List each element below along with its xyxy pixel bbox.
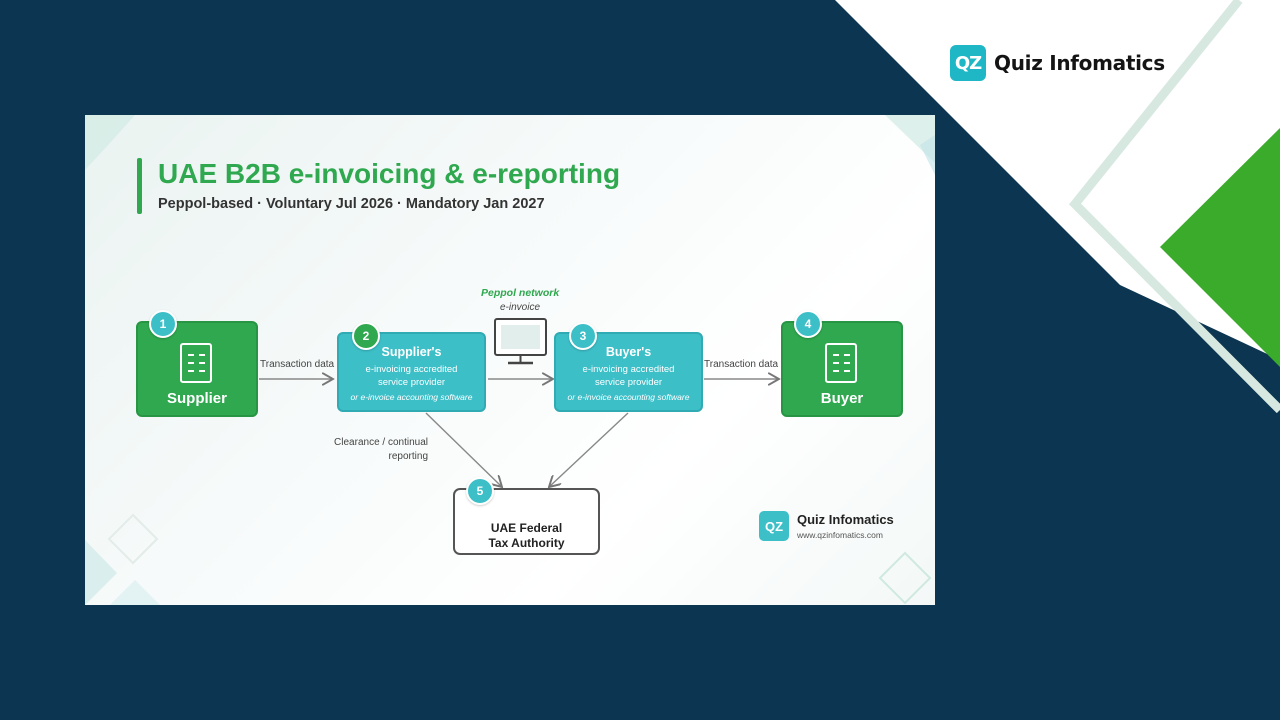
clearance-label-line2: reporting	[388, 451, 428, 462]
step-badge-5: 5	[466, 477, 494, 505]
brand-logo: QZ	[950, 45, 986, 81]
step-badge-1: 1	[149, 310, 177, 338]
transaction-data-label-right: Transaction data	[704, 359, 779, 370]
slide-brand-name: Quiz Infomatics	[797, 512, 894, 527]
slide-brand: QZ Quiz Infomatics www.qzinfomatics.com	[759, 511, 894, 541]
monitor-icon	[494, 318, 547, 365]
deco-shape	[107, 513, 159, 565]
deco-shape	[85, 540, 117, 605]
peppol-network-label: Peppol network	[481, 287, 560, 299]
supplier-provider-line1: e-invoicing accredited	[365, 364, 458, 375]
document-icon	[825, 343, 857, 383]
step-badge-2: 2	[352, 322, 380, 350]
deco-shape	[110, 580, 160, 605]
authority-name-line2: Tax Authority	[488, 536, 565, 550]
brand-name: Quiz Infomatics	[994, 51, 1165, 75]
step-badge-4: 4	[794, 310, 822, 338]
document-icon	[180, 343, 212, 383]
e-invoice-label: e-invoice	[500, 302, 541, 313]
transaction-data-label-left: Transaction data	[260, 359, 335, 370]
arrow-buyer-provider-to-authority	[549, 412, 629, 487]
slide-brand-url: www.qzinfomatics.com	[797, 530, 883, 540]
deco-shape	[878, 551, 932, 605]
slide-brand-logo: QZ	[759, 511, 789, 541]
supplier-name: Supplier	[166, 390, 227, 407]
supplier-provider-line2: service provider	[377, 377, 446, 388]
buyer-name: Buyer	[820, 390, 864, 407]
slide: UAE B2B e-invoicing & e-reporting Peppol…	[85, 115, 935, 605]
slide-subtitle: Peppol-based · Voluntary Jul 2026 · Mand…	[158, 196, 545, 212]
buyer-provider-line1: e-invoicing accredited	[582, 364, 675, 375]
buyer-provider-line2: service provider	[594, 377, 663, 388]
buyer-provider-line3: or e-invoice accounting software	[567, 392, 690, 402]
supplier-provider-line3: or e-invoice accounting software	[350, 392, 473, 402]
step-badge-3: 3	[569, 322, 597, 350]
authority-name-line1: UAE Federal	[490, 521, 563, 535]
top-brand: QZ Quiz Infomatics	[950, 45, 1165, 81]
arrow-supplier-provider-to-authority	[425, 412, 502, 487]
slide-title: UAE B2B e-invoicing & e-reporting	[158, 158, 621, 189]
deco-shape	[85, 115, 135, 170]
title-accent-bar	[137, 158, 142, 214]
clearance-label-line1: Clearance / continual	[334, 437, 428, 448]
